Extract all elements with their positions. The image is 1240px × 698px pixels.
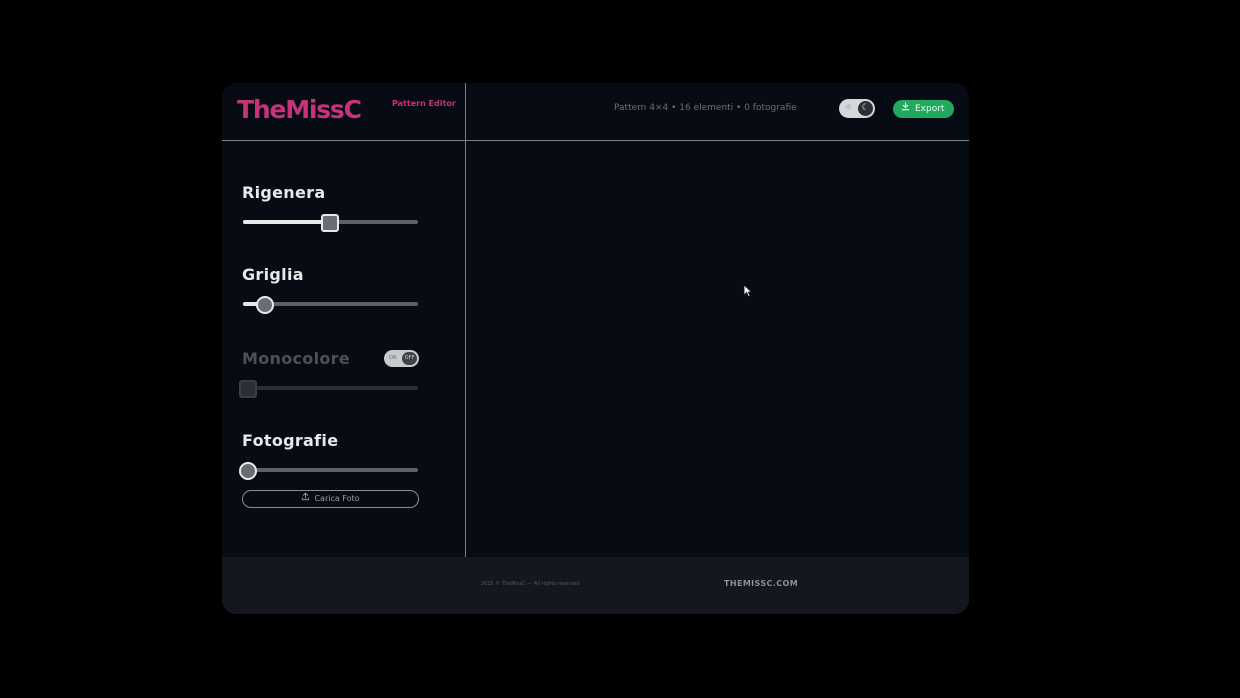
site-link[interactable]: THEMISSC.COM bbox=[724, 579, 798, 588]
pattern-info: Pattern 4×4 • 16 elementi • 0 fotografie bbox=[614, 103, 797, 113]
upload-icon bbox=[301, 491, 310, 507]
footer: 2025 © TheMissC — All rights reserved TH… bbox=[222, 557, 969, 614]
fotografie-title: Fotografie bbox=[242, 431, 339, 450]
upload-photo-button[interactable]: Carica Foto bbox=[242, 490, 419, 508]
sun-icon: ☼ bbox=[844, 103, 853, 113]
toggle-on-label: ON bbox=[389, 355, 397, 361]
logo-subtitle: Pattern Editor bbox=[392, 99, 456, 108]
upload-label: Carica Foto bbox=[314, 494, 360, 503]
pattern-canvas[interactable] bbox=[466, 141, 969, 557]
rigenera-slider-fill bbox=[243, 220, 329, 224]
toggle-off-label: OFF bbox=[402, 352, 417, 365]
griglia-slider[interactable] bbox=[243, 296, 418, 314]
monocolore-toggle[interactable]: ON OFF bbox=[384, 350, 419, 367]
griglia-slider-thumb[interactable] bbox=[256, 296, 274, 314]
theme-toggle[interactable]: ☼ ☾ bbox=[839, 99, 875, 118]
griglia-title: Griglia bbox=[242, 265, 304, 284]
app-window: TheMissC Pattern Editor Pattern 4×4 • 16… bbox=[222, 83, 969, 614]
mouse-cursor-icon bbox=[743, 284, 753, 298]
rigenera-title: Rigenera bbox=[242, 183, 326, 202]
rigenera-slider[interactable] bbox=[243, 214, 418, 232]
monocolore-title: Monocolore bbox=[242, 349, 350, 368]
fotografie-slider[interactable] bbox=[238, 462, 418, 480]
logo[interactable]: TheMissC bbox=[237, 95, 362, 124]
download-icon bbox=[901, 100, 911, 118]
monocolore-slider-thumb[interactable] bbox=[238, 380, 257, 398]
export-label: Export bbox=[915, 104, 945, 114]
moon-icon: ☾ bbox=[858, 101, 873, 116]
header-bar: TheMissC Pattern Editor Pattern 4×4 • 16… bbox=[222, 83, 969, 141]
fotografie-slider-thumb[interactable] bbox=[238, 462, 257, 480]
export-button[interactable]: Export bbox=[893, 100, 954, 118]
monocolore-slider[interactable] bbox=[238, 380, 418, 398]
controls-sidebar: Rigenera Griglia Monocolore ON OFF Fotog… bbox=[222, 141, 465, 557]
rigenera-slider-thumb[interactable] bbox=[320, 214, 339, 232]
copyright-text: 2025 © TheMissC — All rights reserved bbox=[481, 581, 580, 587]
